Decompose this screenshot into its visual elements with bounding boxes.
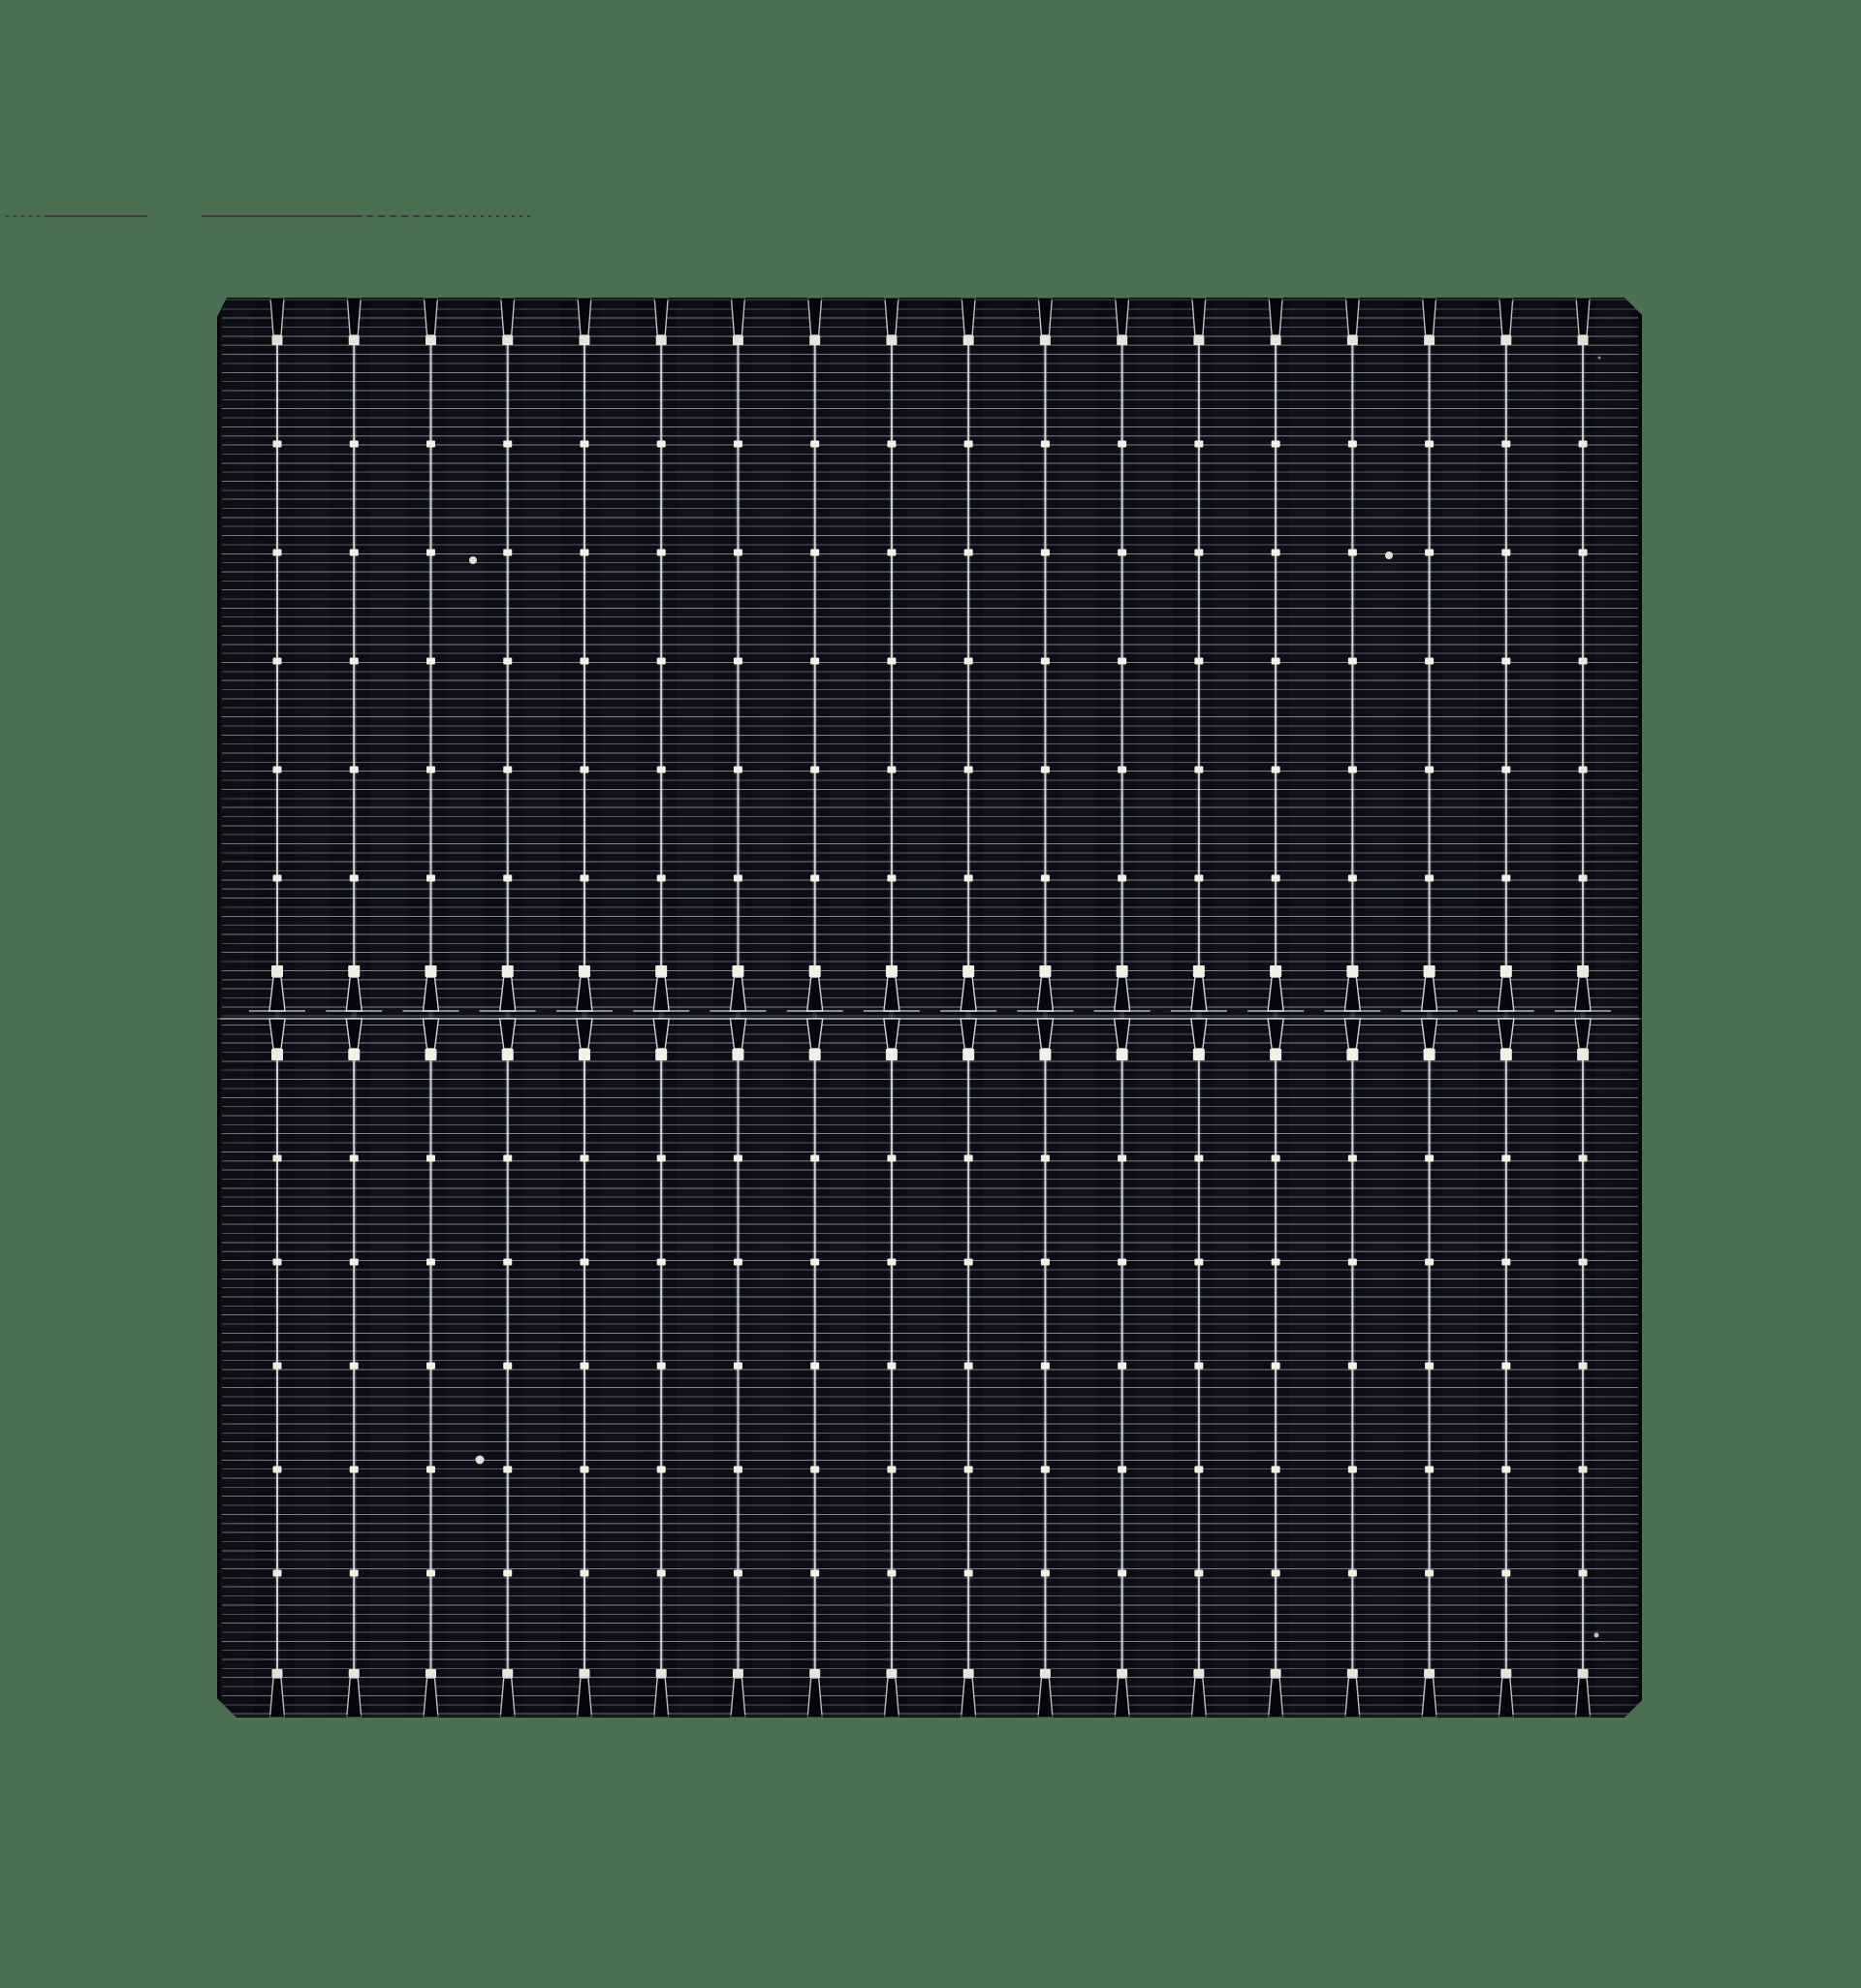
artifact-line-segment (202, 215, 363, 217)
artifact-line-segment (6, 215, 41, 217)
artifact-line-segment (366, 215, 461, 217)
photo-stage (0, 0, 1861, 1988)
background-artifact-line (0, 215, 1861, 217)
artifact-line-segment (45, 215, 147, 217)
artifact-line-segment (465, 215, 531, 217)
solar-cell (217, 298, 1642, 1718)
cell-edge-vignette (217, 298, 1642, 1718)
